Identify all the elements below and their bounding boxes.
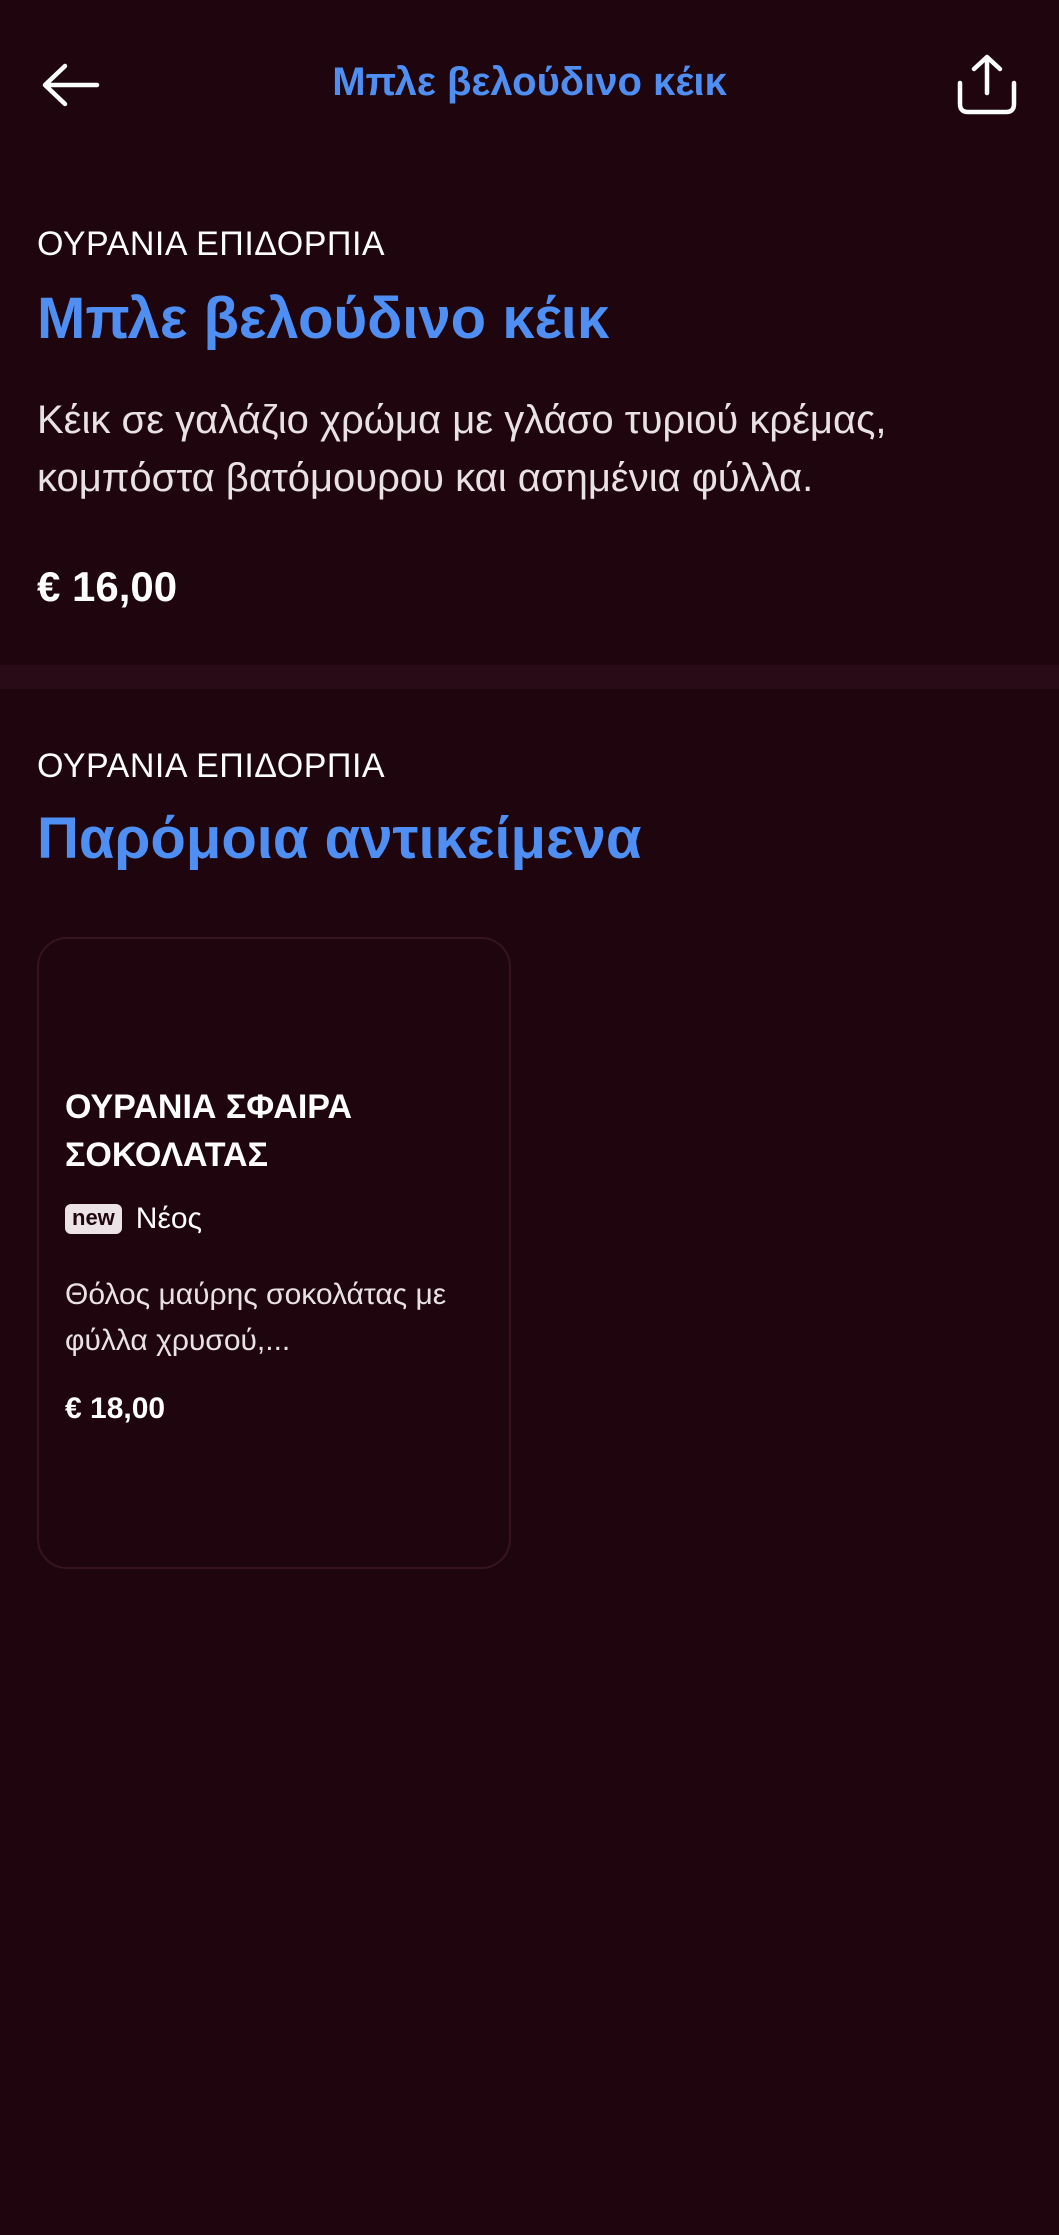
- section-divider: [0, 665, 1059, 689]
- product-section: ΟΥΡΑΝΙΑ ΕΠΙΔΟΡΠΙΑ Μπλε βελούδινο κέικ Κέ…: [0, 165, 1059, 665]
- share-button[interactable]: [950, 46, 1024, 122]
- similar-items-section: ΟΥΡΑΝΙΑ ΕΠΙΔΟΡΠΙΑ Παρόμοια αντικείμενα Ο…: [0, 689, 1059, 2235]
- product-description: Κέικ σε γαλάζιο χρώμα με γλάσο τυριού κρ…: [37, 398, 887, 500]
- new-label: Νέος: [135, 1202, 202, 1235]
- product-price: € 16,00: [37, 563, 178, 610]
- similar-category: ΟΥΡΑΝΙΑ ΕΠΙΔΟΡΠΙΑ: [37, 747, 386, 785]
- product-title: Μπλε βελούδινο κέικ: [37, 286, 610, 351]
- similar-item-card[interactable]: ΟΥΡΑΝΙΑ ΣΦΑΙΡΑ ΣΟΚΟΛΑΤΑΣ new Νέος Θόλος …: [37, 937, 511, 1569]
- item-price: € 18,00: [65, 1392, 166, 1425]
- arrow-left-icon: [42, 63, 100, 107]
- item-description: Θόλος μαύρης σοκολάτας με φύλλα χρυσού,.…: [65, 1278, 447, 1357]
- product-detail-page: Μπλε βελούδινο κέικ ΟΥΡΑΝΙΑ ΕΠΙΔΟΡΠΙΑ Μπ…: [0, 0, 1059, 2235]
- product-category: ΟΥΡΑΝΙΑ ΕΠΙΔΟΡΠΙΑ: [37, 225, 386, 263]
- similar-title: Παρόμοια αντικείμενα: [37, 806, 642, 871]
- top-bar: Μπλε βελούδινο κέικ: [0, 0, 1059, 165]
- back-button[interactable]: [36, 50, 106, 120]
- item-badge-row: new Νέος: [65, 1201, 202, 1237]
- item-title: ΟΥΡΑΝΙΑ ΣΦΑΙΡΑ ΣΟΚΟΛΑΤΑΣ: [65, 1088, 352, 1174]
- new-badge: new: [65, 1204, 122, 1234]
- header-title: Μπλε βελούδινο κέικ: [332, 60, 727, 104]
- share-icon: [957, 54, 1017, 115]
